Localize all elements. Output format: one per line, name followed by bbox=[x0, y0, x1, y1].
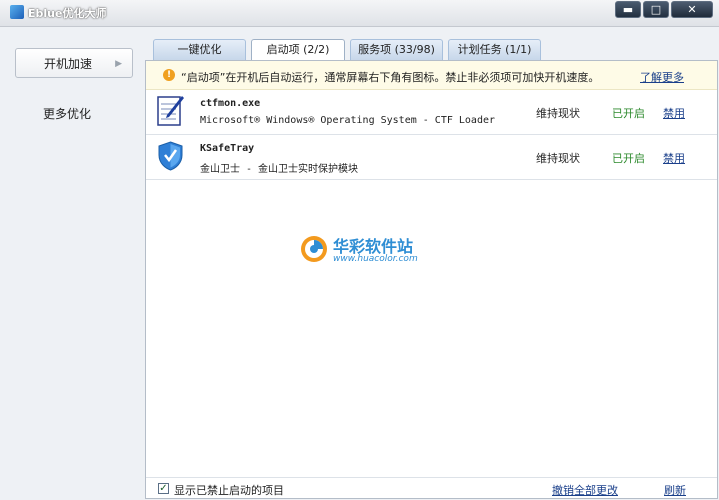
minimize-icon: ▬ bbox=[622, 3, 634, 16]
huacolor-logo-icon bbox=[301, 236, 327, 262]
tab-services[interactable]: 服务项 (33/98) bbox=[350, 39, 443, 60]
item-status: 已开启 bbox=[612, 107, 645, 120]
tab-startup-items[interactable]: 启动项 (2/2) bbox=[251, 39, 345, 61]
sidebar-item-boot-speedup[interactable]: 开机加速 ▶ bbox=[15, 48, 133, 78]
watermark-url: www.huacolor.com bbox=[333, 254, 418, 264]
app-logo-icon bbox=[10, 5, 24, 19]
tab-one-click-optimize[interactable]: 一键优化 bbox=[153, 39, 246, 60]
show-disabled-checkbox[interactable]: ✓ bbox=[158, 483, 169, 494]
minimize-button[interactable]: ▬ bbox=[615, 1, 641, 18]
window-title: Eblue优化大师 bbox=[28, 7, 107, 20]
shield-check-icon bbox=[158, 141, 183, 171]
learn-more-link[interactable]: 了解更多 bbox=[640, 69, 684, 85]
refresh-link[interactable]: 刷新 bbox=[664, 482, 686, 498]
tab-scheduled-tasks[interactable]: 计划任务 (1/1) bbox=[448, 39, 541, 60]
startup-panel: ! “启动项”在开机后自动运行，通常屏幕右下角有图标。禁止非必须项可加快开机速度… bbox=[145, 60, 718, 499]
undo-all-changes-link[interactable]: 撤销全部更改 bbox=[552, 482, 618, 498]
watermark: 华彩软件站 www.huacolor.com bbox=[299, 233, 418, 268]
footer-bar: ✓ 显示已禁止启动的项目 撤销全部更改 刷新 bbox=[146, 477, 717, 500]
disable-link[interactable]: 禁用 bbox=[663, 150, 685, 166]
sidebar-item-more-optimization[interactable]: 更多优化 bbox=[15, 99, 133, 129]
item-status: 已开启 bbox=[612, 152, 645, 165]
list-item[interactable]: ctfmon.exe Microsoft® Windows® Operating… bbox=[146, 90, 717, 135]
chevron-right-icon: ▶ bbox=[115, 59, 122, 69]
maximize-button[interactable]: □ bbox=[643, 1, 669, 18]
item-description: Microsoft® Windows® Operating System - C… bbox=[200, 115, 496, 126]
maximize-icon: □ bbox=[650, 3, 662, 16]
notepad-pen-icon bbox=[157, 96, 184, 126]
show-disabled-label[interactable]: 显示已禁止启动的项目 bbox=[174, 482, 284, 498]
window-controls: ▬ □ ✕ bbox=[613, 1, 713, 18]
notice-bar: ! “启动项”在开机后自动运行，通常屏幕右下角有图标。禁止非必须项可加快开机速度… bbox=[146, 61, 717, 90]
sidebar: 开机加速 ▶ 更多优化 bbox=[0, 27, 145, 500]
notice-text: “启动项”在开机后自动运行，通常屏幕右下角有图标。禁止非必须项可加快开机速度。 bbox=[181, 71, 600, 84]
disable-link[interactable]: 禁用 bbox=[663, 105, 685, 121]
close-button[interactable]: ✕ bbox=[671, 1, 713, 18]
item-description: 金山卫士 - 金山卫士实时保护模块 bbox=[200, 164, 359, 175]
sidebar-item-label: 更多优化 bbox=[43, 107, 92, 121]
sidebar-item-label: 开机加速 bbox=[44, 57, 93, 71]
warning-icon: ! bbox=[163, 69, 175, 81]
item-name: ctfmon.exe bbox=[200, 98, 261, 109]
list-item[interactable]: KSafeTray 金山卫士 - 金山卫士实时保护模块 维持现状 已开启 禁用 bbox=[146, 135, 717, 180]
item-recommendation: 维持现状 bbox=[536, 152, 580, 165]
item-recommendation: 维持现状 bbox=[536, 107, 580, 120]
item-name: KSafeTray bbox=[200, 143, 255, 154]
title-bar: Eblue优化大师 ▬ □ ✕ bbox=[0, 0, 719, 27]
close-icon: ✕ bbox=[687, 3, 697, 16]
